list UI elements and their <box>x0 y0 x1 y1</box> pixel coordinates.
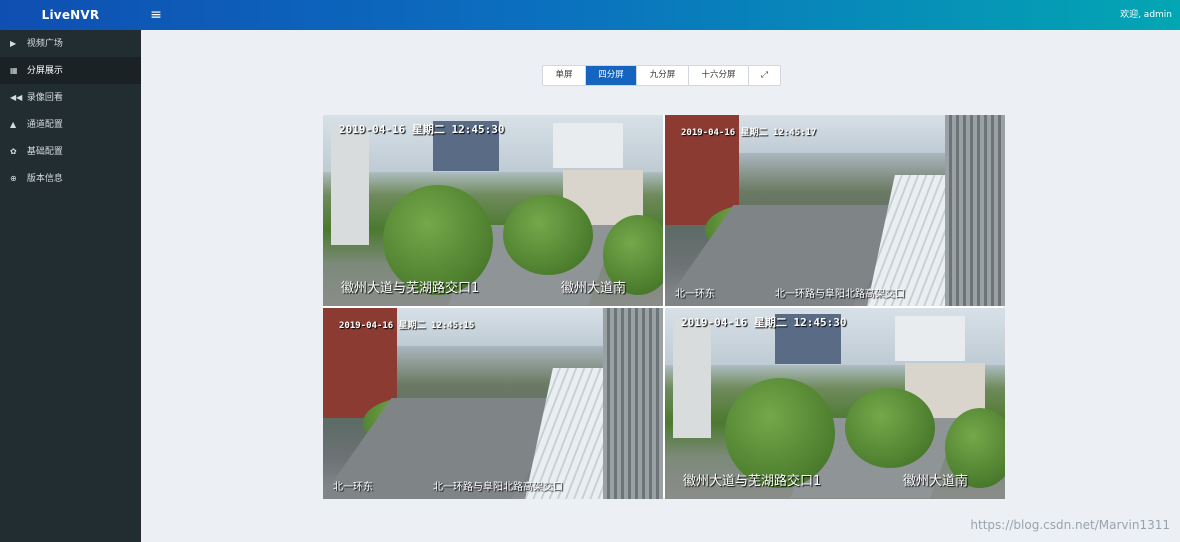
video-grid: 2019-04-16 星期二 12:45:30 徽州大道与芜湖路交口1 徽州大道… <box>323 115 1005 499</box>
four-screen-button[interactable]: 四分屏 <box>586 66 637 85</box>
tile-timestamp: 2019-04-16 星期二 12:45:17 <box>681 128 817 138</box>
watermark: https://blog.csdn.net/Marvin1311 <box>970 518 1170 532</box>
sidebar-item-label: 基础配置 <box>26 147 63 157</box>
camera-icon: ▲ <box>10 120 17 129</box>
play-icon: ▶ <box>10 39 17 48</box>
video-tile-4[interactable]: 2019-04-16 星期二 12:45:30 徽州大道与芜湖路交口1 徽州大道… <box>665 308 1005 499</box>
sidebar-item-label: 分屏展示 <box>26 66 63 76</box>
tile-location-left: 北一环东 <box>675 289 715 300</box>
top-navbar: LiveNVR ≡ 欢迎, admin <box>0 0 1180 30</box>
hamburger-icon[interactable]: ≡ <box>148 0 164 30</box>
nine-screen-button[interactable]: 九分屏 <box>637 66 689 85</box>
sidebar-item-label: 录像回看 <box>26 93 63 103</box>
welcome-user[interactable]: 欢迎, admin <box>1120 0 1172 30</box>
sidebar-item-label: 版本信息 <box>26 174 63 184</box>
tile-location-right: 徽州大道南 <box>561 281 627 296</box>
tile-timestamp: 2019-04-16 星期二 12:45:30 <box>681 316 847 329</box>
tile-timestamp: 2019-04-16 星期二 12:45:30 <box>339 123 505 136</box>
grid-icon: ▦ <box>10 66 18 75</box>
video-tile-3[interactable]: 2019-04-16 星期二 12:45:15 北一环东 北一环路与阜阳北路高架… <box>323 308 663 499</box>
sidebar-item-split-screen[interactable]: ▦ 分屏展示 <box>0 57 141 84</box>
sidebar-item-label: 视频广场 <box>26 39 63 49</box>
sidebar: ▶ 视频广场 ▦ 分屏展示 ◀◀ 录像回看 ▲ 通道配置 ✿ 基础配置 ⊕ 版本… <box>0 30 141 542</box>
rewind-icon: ◀◀ <box>10 93 23 102</box>
sixteen-screen-button[interactable]: 十六分屏 <box>689 66 749 85</box>
sidebar-item-basic-config[interactable]: ✿ 基础配置 <box>0 138 141 165</box>
single-screen-button[interactable]: 单屏 <box>543 66 586 85</box>
tile-location-right: 北一环路与阜阳北路高架交口 <box>775 289 905 300</box>
tile-location-left: 徽州大道与芜湖路交口1 <box>341 281 480 296</box>
tile-location-right: 北一环路与阜阳北路高架交口 <box>433 482 563 493</box>
info-icon: ⊕ <box>10 174 17 183</box>
sidebar-item-version-info[interactable]: ⊕ 版本信息 <box>0 165 141 192</box>
split-mode-buttons: 单屏 四分屏 九分屏 十六分屏 ⤢ <box>542 65 781 86</box>
tile-timestamp: 2019-04-16 星期二 12:45:15 <box>339 321 475 331</box>
video-tile-2[interactable]: 2019-04-16 星期二 12:45:17 北一环东 北一环路与阜阳北路高架… <box>665 115 1005 306</box>
gear-icon: ✿ <box>10 147 17 156</box>
sidebar-item-playback[interactable]: ◀◀ 录像回看 <box>0 84 141 111</box>
sidebar-item-video-square[interactable]: ▶ 视频广场 <box>0 30 141 57</box>
app-logo[interactable]: LiveNVR <box>0 0 141 30</box>
fullscreen-icon[interactable]: ⤢ <box>749 66 780 85</box>
sidebar-item-label: 通道配置 <box>26 120 63 130</box>
video-tile-1[interactable]: 2019-04-16 星期二 12:45:30 徽州大道与芜湖路交口1 徽州大道… <box>323 115 663 306</box>
sidebar-item-channel-config[interactable]: ▲ 通道配置 <box>0 111 141 138</box>
tile-location-left: 徽州大道与芜湖路交口1 <box>683 474 822 489</box>
tile-location-right: 徽州大道南 <box>903 474 969 489</box>
tile-location-left: 北一环东 <box>333 482 373 493</box>
main-content: 单屏 四分屏 九分屏 十六分屏 ⤢ 2019-04-16 星期二 12:45:3… <box>141 30 1180 542</box>
